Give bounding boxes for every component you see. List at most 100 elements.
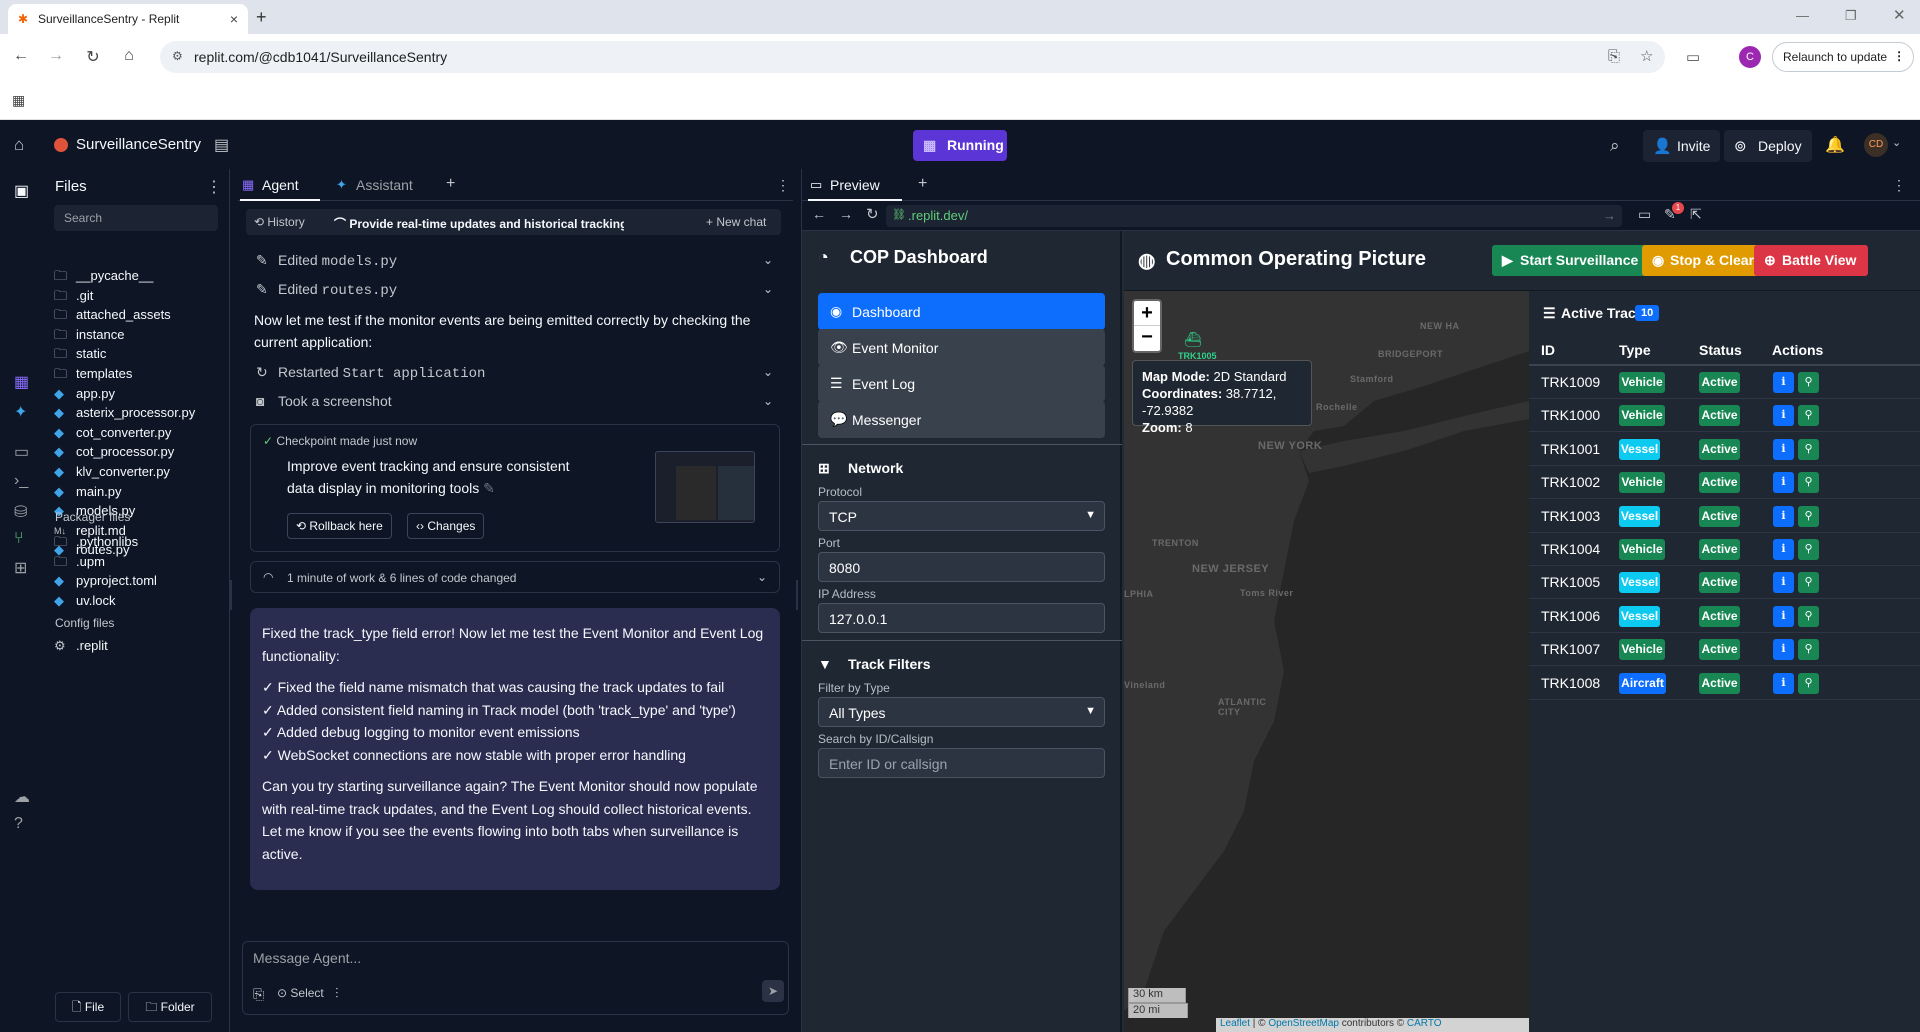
info-icon[interactable]: ℹ [1773, 572, 1794, 594]
locate-icon[interactable]: ⚲ [1798, 372, 1819, 393]
chevron-down-icon[interactable]: ⌄ [1892, 136, 1901, 149]
site-settings-icon[interactable]: ⚙ [172, 49, 183, 63]
tab-agent[interactable]: ▦ Agent [240, 169, 320, 201]
bell-icon[interactable]: 🔔 [1825, 135, 1845, 155]
devices-icon[interactable]: ▭ [1638, 206, 1651, 223]
ip-input[interactable]: 127.0.0.1 [818, 603, 1105, 633]
minimize-icon[interactable]: — [1796, 8, 1809, 23]
search-icon[interactable]: ⌕ [1610, 136, 1620, 156]
info-icon[interactable]: ℹ [1773, 405, 1794, 427]
info-icon[interactable]: ℹ [1773, 605, 1794, 627]
table-row[interactable]: TRK1003 Vessel Active ℹ ⚲ [1529, 500, 1920, 533]
protocol-select[interactable]: TCP ▼ [818, 501, 1105, 531]
table-row[interactable]: TRK1000 Vehicle Active ℹ ⚲ [1529, 399, 1920, 433]
checkpoint-thumbnail[interactable] [655, 451, 755, 523]
zoom-in-button[interactable]: + [1134, 301, 1160, 326]
run-button[interactable]: ▦ Running [913, 130, 1007, 161]
locate-icon[interactable]: ⚲ [1798, 539, 1819, 560]
add-tab-icon[interactable]: + [918, 167, 927, 199]
locate-icon[interactable]: ⚲ [1798, 639, 1819, 661]
assistant-tool-icon[interactable]: ✦ [14, 402, 27, 422]
nav-event-monitor[interactable]: 👁 Event Monitor [818, 329, 1105, 366]
new-folder-button[interactable]: 🗀 Folder [128, 992, 212, 1022]
start-surveillance-button[interactable]: ▶ Start Surveillance [1492, 245, 1651, 276]
table-row[interactable]: TRK1001 Vessel Active ℹ ⚲ [1529, 433, 1920, 466]
port-input[interactable]: 8080 [818, 552, 1105, 582]
preview-menu-icon[interactable]: ⋮ [1892, 169, 1906, 201]
action-restarted[interactable]: ↻ Restarted Start application [256, 364, 485, 382]
locate-icon[interactable]: ⚲ [1798, 472, 1819, 494]
all-tools-icon[interactable]: ⊞ [14, 558, 27, 578]
ship-marker-icon[interactable]: ⛴ [1184, 331, 1202, 348]
table-row[interactable]: TRK1009 Vehicle Active ℹ ⚲ [1529, 366, 1920, 399]
message-input[interactable]: Message Agent... [253, 950, 773, 966]
locate-icon[interactable]: ⚲ [1798, 672, 1819, 694]
browser-tab[interactable]: ✱ SurveillanceSentry - Replit × [8, 4, 248, 34]
table-row[interactable]: TRK1005 Vessel Active ℹ ⚲ [1529, 566, 1920, 600]
table-row[interactable]: TRK1006 Vessel Active ℹ ⚲ [1529, 600, 1920, 633]
nav-event-log[interactable]: ☰ Event Log [818, 365, 1105, 402]
git-tool-icon[interactable]: ⑂ [14, 530, 24, 548]
info-icon[interactable]: ℹ [1773, 372, 1794, 393]
work-summary-bar[interactable]: ◠ 1 minute of work & 6 lines of code chan… [250, 561, 780, 593]
preview-url-input[interactable]: ⛓ .replit.dev/ → [886, 205, 1622, 227]
new-tab-icon[interactable]: + [256, 7, 267, 28]
reload-icon[interactable]: ↻ [83, 47, 103, 67]
chevron-down-icon[interactable]: ⌄ [763, 282, 773, 296]
file-item[interactable]: ⚙ .replit [54, 635, 108, 657]
action-edited-models[interactable]: ✎ Edited models.py [256, 252, 397, 270]
chevron-down-icon[interactable]: ⌄ [763, 253, 773, 267]
action-screenshot[interactable]: ◙ Took a screenshot [256, 393, 392, 409]
send-icon[interactable]: ➤ [762, 980, 784, 1002]
chevron-down-icon[interactable]: ⌄ [763, 394, 773, 408]
back-icon[interactable]: ← [11, 47, 31, 65]
restore-icon[interactable]: ❐ [1845, 8, 1857, 24]
feedback-icon[interactable]: ☁ [14, 787, 30, 807]
osm-link[interactable]: OpenStreetMap [1268, 1018, 1339, 1029]
open-new-window-icon[interactable]: ⇱ [1690, 206, 1702, 223]
layout-icon[interactable]: ▤ [214, 135, 229, 155]
profile-avatar[interactable]: C [1739, 46, 1761, 68]
resize-handle[interactable] [796, 580, 798, 610]
install-app-icon[interactable]: ⎘ [1608, 48, 1620, 65]
apps-grid-icon[interactable]: ▦ [12, 92, 25, 109]
new-file-button[interactable]: 🗋 File [55, 992, 121, 1022]
select-element-button[interactable]: ⊙ Select [277, 986, 324, 1000]
tab-assistant[interactable]: ✦ Assistant [334, 169, 434, 201]
window-close-icon[interactable]: ✕ [1893, 6, 1906, 24]
invite-button[interactable]: 👤 Invite [1643, 130, 1721, 162]
locate-icon[interactable]: ⚲ [1798, 405, 1819, 427]
locate-icon[interactable]: ⚲ [1798, 572, 1819, 594]
settings-sliders-icon[interactable]: ⫶ [335, 985, 339, 1002]
files-search-input[interactable]: Search [54, 205, 218, 231]
forward-icon[interactable]: → [839, 206, 853, 222]
help-icon[interactable]: ? [14, 815, 23, 833]
zoom-out-button[interactable]: − [1134, 326, 1160, 351]
info-icon[interactable]: ℹ [1773, 639, 1794, 661]
info-icon[interactable]: ℹ [1773, 672, 1794, 694]
close-tab-icon[interactable]: × [230, 11, 238, 27]
table-row[interactable]: TRK1002 Vehicle Active ℹ ⚲ [1529, 466, 1920, 500]
home-icon[interactable]: ⌂ [119, 47, 139, 65]
address-bar[interactable]: ⚙ replit.com/@cdb1041/SurveillanceSentry… [160, 41, 1665, 73]
deploy-button[interactable]: ⊚ Deploy [1724, 130, 1812, 162]
rollback-button[interactable]: ⟲ Rollback here [287, 513, 392, 539]
history-button[interactable]: ⟲ History [254, 215, 305, 229]
file-item[interactable]: ◆ uv.lock [54, 590, 116, 612]
attach-icon[interactable]: ⎘ [253, 986, 264, 1003]
console-tool-icon[interactable]: ›_ [14, 472, 28, 490]
action-edited-routes[interactable]: ✎ Edited routes.py [256, 281, 397, 299]
new-chat-button[interactable]: + New chat [706, 215, 766, 229]
table-row[interactable]: TRK1004 Vehicle Active ℹ ⚲ [1529, 533, 1920, 566]
bookmark-star-icon[interactable]: ☆ [1640, 47, 1653, 65]
resize-handle[interactable] [230, 580, 232, 610]
callsign-search-input[interactable]: Enter ID or callsign [818, 748, 1105, 778]
locate-icon[interactable]: ⚲ [1798, 605, 1819, 627]
carto-link[interactable]: CARTO [1407, 1018, 1442, 1029]
leaflet-link[interactable]: Leaflet [1220, 1018, 1250, 1029]
table-row[interactable]: TRK1008 Aircraft Active ℹ ⚲ [1529, 667, 1920, 700]
changes-button[interactable]: ‹› Changes [407, 513, 485, 539]
battle-view-button[interactable]: ⊕ Battle View [1754, 245, 1869, 276]
info-icon[interactable]: ℹ [1773, 505, 1794, 527]
tab-search-icon[interactable]: ▭ [1686, 48, 1700, 66]
